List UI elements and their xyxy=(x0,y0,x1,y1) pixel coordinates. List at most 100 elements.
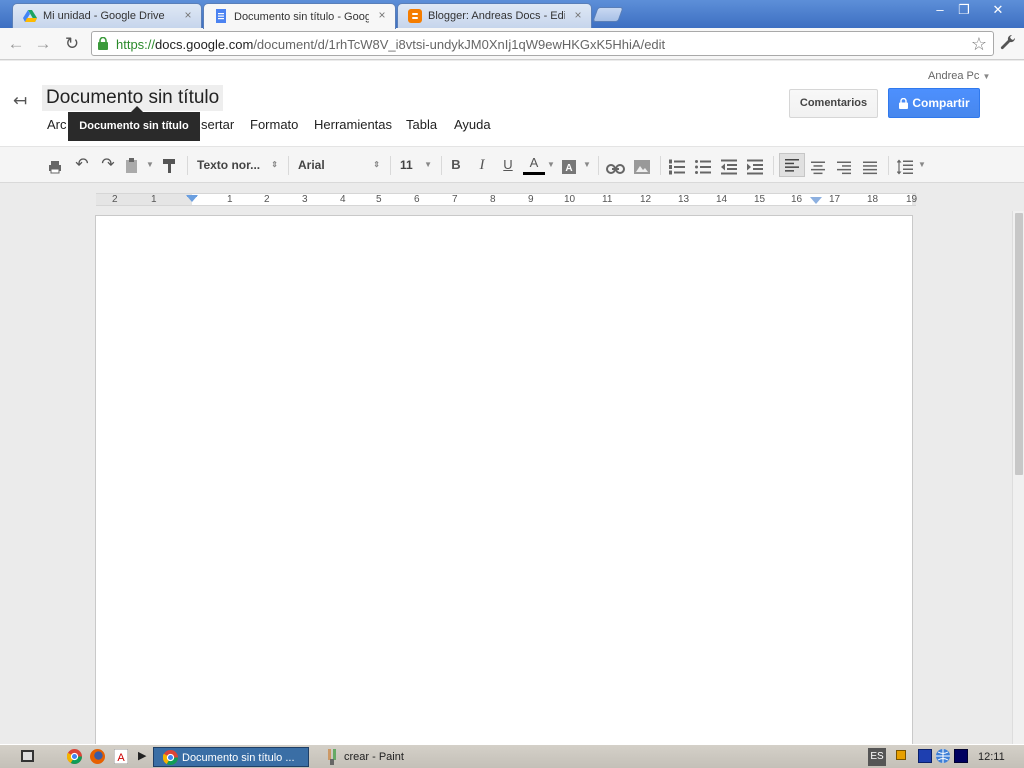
share-button[interactable]: Compartir xyxy=(888,88,980,118)
justify-icon[interactable] xyxy=(863,158,877,178)
numbered-list-icon[interactable] xyxy=(669,157,685,177)
new-tab-button[interactable] xyxy=(592,7,624,22)
acrobat-icon[interactable]: A xyxy=(114,749,128,764)
ruler-number: 16 xyxy=(791,194,803,205)
ruler-number: 15 xyxy=(754,194,766,205)
tab-label: Mi unidad - Google Drive xyxy=(43,10,165,22)
document-page[interactable] xyxy=(95,215,913,755)
close-icon[interactable]: × xyxy=(376,9,388,21)
chevron-down-icon: ▼ xyxy=(982,72,991,81)
toolbar-divider xyxy=(660,156,661,175)
font-size-select[interactable]: 11 ▼ xyxy=(400,155,436,175)
menu-formato[interactable]: Formato xyxy=(250,117,298,132)
reload-button[interactable]: ↻ xyxy=(61,34,83,54)
print-icon[interactable] xyxy=(47,157,63,177)
line-spacing-icon[interactable] xyxy=(897,157,913,177)
vertical-scrollbar[interactable] xyxy=(1012,211,1024,744)
back-button[interactable]: ← xyxy=(5,34,27,54)
title-tooltip: Documento sin título xyxy=(68,112,200,141)
toolbar-divider xyxy=(288,156,289,175)
taskbar-item-paint[interactable]: crear - Paint xyxy=(316,747,466,767)
paragraph-style-select[interactable]: Texto nor... ⇕ xyxy=(197,155,282,175)
format-toolbar: ↶ ↷ ▼ Texto nor... ⇕ Arial ⇕ 11 ▼ B I U A ▼… xyxy=(0,146,1024,183)
firefox-icon[interactable] xyxy=(90,749,105,764)
align-left-button[interactable] xyxy=(779,153,805,177)
menu-tabla[interactable]: Tabla xyxy=(406,117,437,132)
url-path: /document/d/1rhTcW8V_i8vtsi-undykJM0XnIj… xyxy=(253,37,666,52)
tab-blogger[interactable]: Blogger: Andreas Docs - Edit × xyxy=(397,3,592,28)
ruler-number: 13 xyxy=(678,194,690,205)
menu-insertar[interactable]: sertar xyxy=(201,117,234,132)
tab-google-drive[interactable]: Mi unidad - Google Drive × xyxy=(12,3,202,28)
menu-ayuda[interactable]: Ayuda xyxy=(454,117,491,132)
close-window-button[interactable]: ✕ xyxy=(986,2,1010,18)
chrome-icon[interactable] xyxy=(67,749,82,764)
tray-globe-icon[interactable] xyxy=(935,748,951,764)
ruler-number: 18 xyxy=(867,194,879,205)
show-desktop-icon[interactable] xyxy=(21,750,34,762)
decrease-indent-icon[interactable] xyxy=(721,157,737,177)
right-indent-marker-icon[interactable] xyxy=(810,197,822,205)
close-icon[interactable]: × xyxy=(572,9,584,21)
menu-archivo[interactable]: Arc xyxy=(47,117,67,132)
ruler-number: 19 xyxy=(906,194,918,205)
left-indent-marker-icon[interactable] xyxy=(186,195,198,205)
toolbar-divider xyxy=(888,156,889,175)
chrome-icon xyxy=(163,750,178,765)
toolbar-divider xyxy=(598,156,599,175)
font-size-value: 11 xyxy=(400,158,413,172)
italic-button[interactable]: I xyxy=(473,155,491,175)
undo-icon[interactable]: ↶ xyxy=(72,155,92,175)
align-right-icon[interactable] xyxy=(837,158,851,178)
account-menu[interactable]: Andrea Pc ▼ xyxy=(928,70,990,82)
ruler-number: 2 xyxy=(112,194,118,205)
reload-icon: ↻ xyxy=(64,34,80,53)
align-left-icon xyxy=(785,159,799,172)
quicklaunch-more-icon[interactable]: ▶ xyxy=(138,749,146,762)
link-icon[interactable] xyxy=(606,159,625,179)
comments-button[interactable]: Comentarios xyxy=(789,89,878,118)
menu-herramientas[interactable]: Herramientas xyxy=(314,117,392,132)
text-color-button[interactable]: A xyxy=(523,155,545,175)
docs-header: ↤ Documento sin título Andrea Pc ▼ Comen… xyxy=(0,61,1024,146)
image-icon[interactable] xyxy=(634,157,650,177)
bulleted-list-icon[interactable] xyxy=(695,157,711,177)
redo-icon[interactable]: ↷ xyxy=(98,155,118,175)
tray-network-icon[interactable] xyxy=(918,749,932,763)
increase-indent-icon[interactable] xyxy=(747,157,763,177)
forward-button[interactable]: → xyxy=(32,34,54,54)
chevron-down-icon[interactable]: ▼ xyxy=(547,155,555,175)
scrollbar-thumb[interactable] xyxy=(1015,213,1023,475)
account-name: Andrea Pc xyxy=(928,70,980,82)
url-host: docs.google.com xyxy=(155,37,254,52)
back-to-drive-icon[interactable]: ↤ xyxy=(13,91,27,111)
url-text: https://docs.google.com/document/d/1rhTc… xyxy=(116,37,665,52)
close-icon[interactable]: × xyxy=(182,9,194,21)
bookmark-star-icon[interactable]: ☆ xyxy=(971,34,987,55)
browser-toolbar: ← → ↻ https://docs.google.com/document/d… xyxy=(0,28,1024,60)
tray-app-icon[interactable] xyxy=(896,750,906,760)
bold-button[interactable]: B xyxy=(447,155,465,175)
paste-icon[interactable] xyxy=(124,156,140,176)
ruler-number: 11 xyxy=(602,194,613,205)
taskbar-item-chrome[interactable]: Documento sin título ... xyxy=(153,747,309,767)
paint-format-icon[interactable] xyxy=(162,156,178,176)
minimize-button[interactable]: – xyxy=(928,2,952,18)
ruler-number: 17 xyxy=(829,194,841,205)
align-center-icon[interactable] xyxy=(811,158,825,178)
chevron-down-icon[interactable]: ▼ xyxy=(146,155,154,175)
maximize-button[interactable]: ❐ xyxy=(952,2,976,18)
underline-button[interactable]: U xyxy=(499,155,517,175)
highlight-color-icon[interactable]: A xyxy=(562,157,576,177)
chevron-down-icon[interactable]: ▼ xyxy=(918,155,926,175)
language-indicator[interactable]: ES xyxy=(868,748,886,766)
address-bar[interactable]: https://docs.google.com/document/d/1rhTc… xyxy=(91,31,994,56)
wrench-icon[interactable] xyxy=(998,33,1018,53)
tab-documento[interactable]: Documento sin título - Googl × xyxy=(203,3,396,29)
font-select[interactable]: Arial ⇕ xyxy=(298,155,384,175)
google-drive-icon xyxy=(23,10,37,22)
chevron-down-icon[interactable]: ▼ xyxy=(583,155,591,175)
toolbar-divider xyxy=(187,156,188,175)
lock-icon xyxy=(899,98,908,109)
tray-display-icon[interactable] xyxy=(954,749,968,763)
